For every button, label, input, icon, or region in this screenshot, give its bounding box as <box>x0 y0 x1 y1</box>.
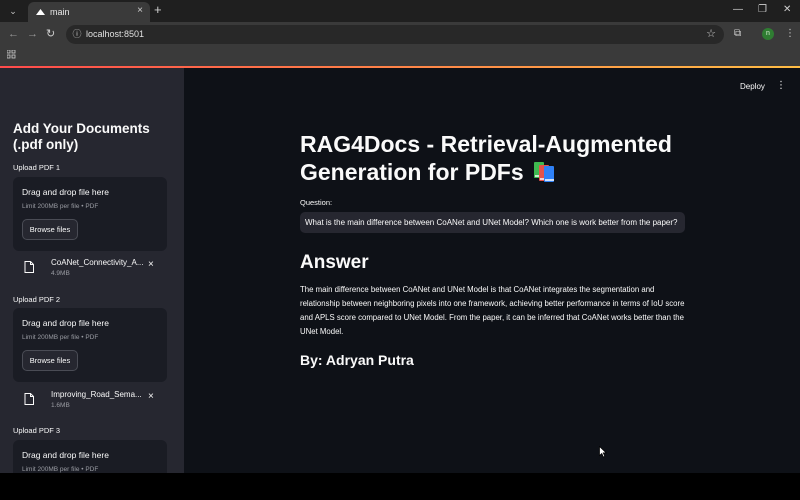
answer-heading: Answer <box>300 252 369 273</box>
mouse-cursor-icon <box>599 446 607 458</box>
dropzone-title: Drag and drop file here <box>22 318 109 328</box>
browser-tab[interactable]: main × <box>28 2 150 22</box>
upload-3-dropzone[interactable]: Drag and drop file here Limit 200MB per … <box>13 440 167 473</box>
page-title-text: RAG4Docs - Retrieval-Augmented Generatio… <box>300 131 672 185</box>
file-icon <box>24 261 34 273</box>
tab-strip: ⌄ main × + — ❐ ✕ <box>0 0 800 22</box>
browser-menu-icon[interactable]: ⋮ <box>785 27 795 41</box>
upload-2-label: Upload PDF 2 <box>13 295 61 304</box>
streamlit-favicon-icon <box>36 8 45 16</box>
browser-window: ⌄ main × + — ❐ ✕ ← → ↻ ⓘ localhost:8501 … <box>0 0 800 473</box>
dropzone-limit: Limit 200MB per file • PDF <box>22 203 99 210</box>
answer-text: The main difference between CoANet and U… <box>300 285 685 336</box>
app-menu-icon[interactable]: ⋮ <box>776 80 786 92</box>
tab-close-icon[interactable]: × <box>137 5 143 17</box>
new-tab-button[interactable]: + <box>154 3 162 17</box>
uploaded-file: Improving_Road_Sema... 1.6MB × <box>22 389 162 415</box>
browser-toolbar: ← → ↻ ⓘ localhost:8501 ☆ ⧉ n ⋮ <box>0 22 800 46</box>
deploy-button[interactable]: Deploy <box>740 82 765 92</box>
reload-icon[interactable]: ↻ <box>46 27 55 41</box>
address-bar[interactable]: ⓘ localhost:8501 ☆ <box>66 25 724 44</box>
remove-file-icon[interactable]: × <box>148 259 154 271</box>
file-icon <box>24 393 34 405</box>
file-size: 4.9MB <box>51 270 70 277</box>
browse-files-button[interactable]: Browse files <box>22 350 78 371</box>
bookmarks-bar <box>0 46 800 66</box>
browse-files-button[interactable]: Browse files <box>22 219 78 240</box>
apps-grid-icon[interactable] <box>6 49 16 62</box>
dropzone-title: Drag and drop file here <box>22 450 109 460</box>
main-content: Deploy ⋮ RAG4Docs - Retrieval-Augmented … <box>184 68 800 473</box>
remove-file-icon[interactable]: × <box>148 391 154 403</box>
forward-icon[interactable]: → <box>27 27 38 41</box>
file-name: CoANet_Connectivity_A... <box>51 258 144 267</box>
dropzone-title: Drag and drop file here <box>22 187 109 197</box>
upload-3-label: Upload PDF 3 <box>13 426 61 435</box>
file-name: Improving_Road_Sema... <box>51 390 142 399</box>
upload-1-label: Upload PDF 1 <box>13 163 61 172</box>
question-input[interactable] <box>300 212 685 233</box>
upload-1-dropzone[interactable]: Drag and drop file here Limit 200MB per … <box>13 177 167 251</box>
sidebar-title: Add Your Documents (.pdf only) <box>13 121 150 152</box>
page-title: RAG4Docs - Retrieval-Augmented Generatio… <box>300 130 680 186</box>
upload-2-dropzone[interactable]: Drag and drop file here Limit 200MB per … <box>13 308 167 382</box>
tab-title: main <box>50 7 70 17</box>
books-icon <box>532 161 556 183</box>
extensions-icon[interactable]: ⧉ <box>734 27 741 41</box>
minimize-icon[interactable]: — <box>733 3 743 17</box>
sidebar: Add Your Documents (.pdf only) Upload PD… <box>0 68 184 473</box>
question-label: Question: <box>300 198 333 207</box>
back-icon[interactable]: ← <box>8 27 19 41</box>
bookmark-star-icon[interactable]: ☆ <box>706 27 716 41</box>
restore-icon[interactable]: ❐ <box>758 3 767 17</box>
profile-avatar[interactable]: n <box>762 28 774 40</box>
site-info-icon[interactable]: ⓘ <box>71 28 83 40</box>
close-window-icon[interactable]: ✕ <box>783 3 791 17</box>
dropzone-limit: Limit 200MB per file • PDF <box>22 334 99 341</box>
author-byline: By: Adryan Putra <box>300 352 414 368</box>
uploaded-file: CoANet_Connectivity_A... 4.9MB × <box>22 257 162 283</box>
file-size: 1.6MB <box>51 402 70 409</box>
url-text[interactable]: localhost:8501 <box>86 28 144 41</box>
dropzone-limit: Limit 200MB per file • PDF <box>22 466 99 473</box>
tab-search-icon[interactable]: ⌄ <box>6 4 20 18</box>
